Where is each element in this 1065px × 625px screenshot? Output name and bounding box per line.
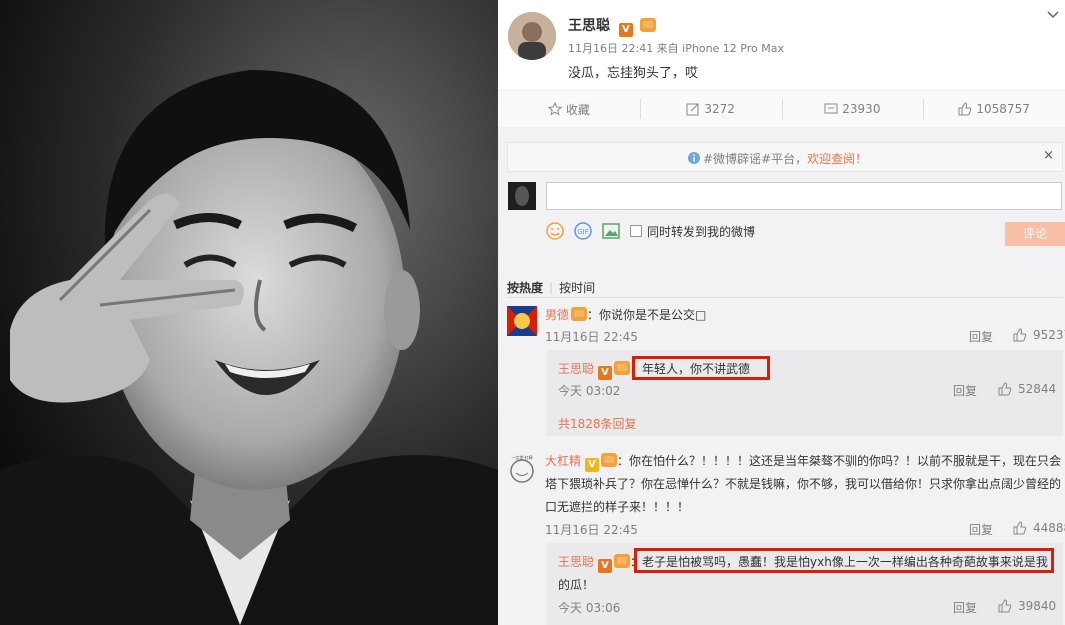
commenter-name[interactable]: 大杠精 <box>545 454 581 468</box>
more-replies-link[interactable]: 共1828条回复 <box>558 415 637 432</box>
reply-time: 今天 03:02 <box>558 384 621 398</box>
comment-like-count: 95237 <box>1033 328 1065 342</box>
reply-author[interactable]: 王思聪 <box>558 362 594 376</box>
verified-badge: V <box>598 559 613 573</box>
thumbs-up-icon <box>1013 328 1027 342</box>
reply-button[interactable]: 回复 <box>969 328 993 345</box>
submit-comment-button[interactable]: 评论 <box>1005 222 1065 246</box>
highlight-box <box>634 548 1054 573</box>
commenter-avatar[interactable]: 一言堂·杠精 <box>507 454 537 484</box>
author-name[interactable]: 王思聪 <box>568 18 610 34</box>
chevron-down-icon[interactable] <box>1047 8 1059 20</box>
author-name-row: 王思聪 V <box>568 15 656 37</box>
divider <box>507 297 1063 298</box>
vip-crown-icon <box>639 18 656 32</box>
emoji-icon[interactable] <box>546 222 564 240</box>
comment-like-count: 44888 <box>1033 521 1065 535</box>
forward-button[interactable]: 3272 <box>639 91 782 127</box>
comment-text-line-2: 塔下猥琐补兵了？你在忌惮什么？不就是钱嘛，你不够，我可以借给你！只求你拿出点阔少… <box>545 477 1062 491</box>
rumor-notice: #微博辟谣#平台，欢迎查阅！ × <box>507 142 1063 172</box>
comment-text-line-3: 口无遮拦的样子来！！！！ <box>545 500 690 514</box>
comment-time: 11月16日 22:45 <box>545 330 638 344</box>
reply-button[interactable]: 回复 <box>953 599 977 616</box>
post-actions: 收藏 3272 23930 1058757 <box>498 90 1065 128</box>
author-avatar[interactable] <box>508 12 556 60</box>
reply-like-count: 39840 <box>1018 599 1057 613</box>
reply-author[interactable]: 王思聪 <box>558 555 594 569</box>
star-icon <box>547 102 562 116</box>
my-avatar <box>508 182 536 210</box>
svg-text:GIF: GIF <box>577 228 589 236</box>
tab-hot[interactable]: 按热度 <box>507 281 543 295</box>
comment-like[interactable]: 44888 <box>1013 521 1065 535</box>
forward-icon <box>686 103 699 116</box>
reply-time: 今天 03:06 <box>558 601 621 615</box>
collect-label: 收藏 <box>565 102 590 117</box>
info-icon <box>688 152 700 164</box>
comment-input[interactable] <box>546 182 1062 210</box>
weibo-post-panel: 王思聪 V 11月16日 22:41 来自 iPhone 12 Pro Max … <box>498 0 1065 625</box>
composer-tools: GIF 同时转发到我的微博 <box>546 220 755 242</box>
comment-text-row: 男德 ：你说你是不是公交□ <box>545 306 706 323</box>
vip-crown-icon <box>614 554 631 568</box>
repost-label: 同时转发到我的微博 <box>647 224 756 239</box>
repost-checkbox[interactable] <box>630 225 642 237</box>
vip-crown-icon <box>571 307 588 321</box>
vip-crown-icon <box>614 361 631 375</box>
notice-link[interactable]: 欢迎查阅！ <box>807 152 867 166</box>
comment-like[interactable]: 95237 <box>1013 328 1065 342</box>
post-text: 没瓜，忘挂狗头了，哎 <box>568 66 699 81</box>
reply-like[interactable]: 52844 <box>998 382 1056 396</box>
like-button[interactable]: 1058757 <box>923 91 1065 127</box>
verified-badge: V <box>585 458 600 472</box>
like-count: 1058757 <box>976 102 1030 116</box>
thumbs-up-icon <box>998 382 1012 396</box>
close-icon[interactable]: × <box>1043 148 1054 163</box>
image-icon[interactable] <box>602 222 620 240</box>
commenter-name[interactable]: 男德 <box>545 308 569 322</box>
post-meta: 11月16日 22:41 来自 iPhone 12 Pro Max <box>568 42 784 55</box>
comment-time: 11月16日 22:45 <box>545 523 638 537</box>
notice-text: #微博辟谣#平台，欢迎查阅！ <box>688 150 867 167</box>
thumbs-up-icon <box>1013 521 1027 535</box>
sort-tabs: 按热度 | 按时间 <box>507 281 596 295</box>
thumbs-up-icon <box>998 599 1012 613</box>
forward-count: 3272 <box>704 102 735 116</box>
avatar-caption: 一言堂·杠精 <box>511 454 532 460</box>
reply-like-count: 52844 <box>1018 382 1057 396</box>
collect-button[interactable]: 收藏 <box>498 91 640 127</box>
thumbs-up-icon <box>958 102 972 116</box>
verified-badge: V <box>618 23 633 37</box>
gif-icon[interactable]: GIF <box>574 222 592 240</box>
comment-icon <box>824 103 838 114</box>
comment-button[interactable]: 23930 <box>781 91 924 127</box>
notice-prefix[interactable]: #微博辟谣#平台， <box>703 152 807 166</box>
commenter-avatar[interactable] <box>507 306 537 336</box>
comment-text-line-1: ：你在怕什么？！！！！这还是当年桀骜不驯的你吗？！以前不服就是干，现在只会 <box>617 454 1062 468</box>
profile-photo <box>0 0 498 625</box>
comment-text: ：你说你是不是公交□ <box>587 308 707 322</box>
reply-text-line-2: 的瓜！ <box>558 578 595 592</box>
vip-crown-icon <box>601 453 618 467</box>
reply-button[interactable]: 回复 <box>953 382 977 399</box>
comment-count: 23930 <box>842 102 881 116</box>
tab-time[interactable]: 按时间 <box>559 281 595 295</box>
highlight-box <box>632 356 770 380</box>
reply-button[interactable]: 回复 <box>969 521 993 538</box>
verified-badge: V <box>598 366 613 380</box>
comment-text-row: 大杠精 V ：你在怕什么？！！！！这还是当年桀骜不驯的你吗？！以前不服就是干，现在只… <box>545 452 1061 472</box>
reply-like[interactable]: 39840 <box>998 599 1056 613</box>
